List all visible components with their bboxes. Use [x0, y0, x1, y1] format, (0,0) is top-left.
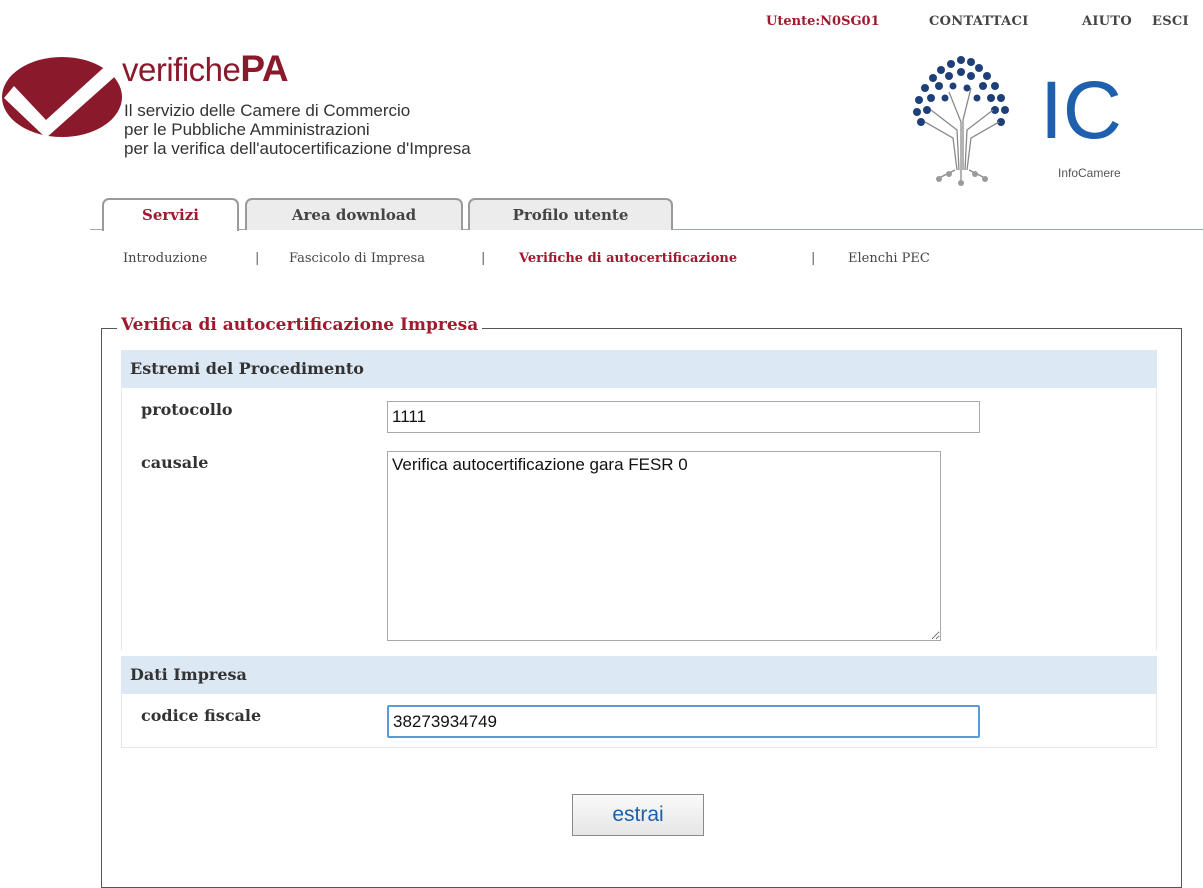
brand-name: verifichePA	[122, 48, 289, 90]
infocamere-logo: IC InfoCamere	[913, 56, 1122, 186]
tree-trunk-icon	[924, 87, 1000, 182]
aiuto-link[interactable]: AIUTO	[1082, 14, 1132, 29]
codice-fiscale-label: codice fiscale	[141, 706, 262, 725]
brand-tagline: Il servizio delle Camere di Commercio pe…	[124, 101, 471, 158]
protocollo-label: protocollo	[141, 400, 233, 419]
brand-name-part2: PA	[240, 48, 289, 89]
esci-link[interactable]: ESCI	[1152, 14, 1189, 29]
verifichepa-logo-icon	[2, 57, 122, 138]
subnav-separator: |	[255, 251, 260, 266]
brand-name-part1: verifiche	[122, 51, 241, 88]
causale-textarea[interactable]: Verifica autocertificazione gara FESR 0	[387, 451, 941, 641]
tagline-line-3: per la verifica dell'autocertificazione …	[124, 139, 471, 158]
subnav-item-verifiche[interactable]: Verifiche di autocertificazione	[519, 251, 737, 266]
tab-profilo-utente[interactable]: Profilo utente	[468, 198, 673, 230]
ic-letters: IC	[1040, 65, 1122, 156]
user-label: Utente:N0SG01	[766, 14, 880, 29]
protocollo-input[interactable]	[387, 401, 980, 433]
estrai-button[interactable]: estrai	[572, 794, 704, 836]
tab-servizi[interactable]: Servizi	[102, 198, 239, 231]
form-legend: Verifica di autocertificazione Impresa	[117, 315, 483, 335]
tree-icon	[913, 56, 1009, 126]
tab-area-download[interactable]: Area download	[245, 198, 463, 230]
subnav-separator: |	[481, 251, 486, 266]
codice-fiscale-input[interactable]	[387, 705, 980, 738]
subnav-item-fascicolo[interactable]: Fascicolo di Impresa	[289, 251, 425, 266]
subnav-item-elenchi-pec[interactable]: Elenchi PEC	[848, 251, 930, 266]
top-bar: Utente:N0SG01 CONTATTACI AIUTO ESCI	[0, 14, 1203, 34]
tagline-line-2: per le Pubbliche Amministrazioni	[124, 120, 370, 139]
causale-label: causale	[141, 453, 209, 472]
section-dati-impresa-header: Dati Impresa	[121, 656, 1157, 694]
subnav-separator: |	[811, 251, 816, 266]
tagline-line-1: Il servizio delle Camere di Commercio	[124, 101, 411, 120]
contattaci-link[interactable]: CONTATTACI	[929, 14, 1029, 29]
infocamere-name: InfoCamere	[1058, 166, 1121, 180]
section-estremi-header: Estremi del Procedimento	[121, 350, 1157, 388]
subnav-item-introduzione[interactable]: Introduzione	[123, 251, 207, 266]
